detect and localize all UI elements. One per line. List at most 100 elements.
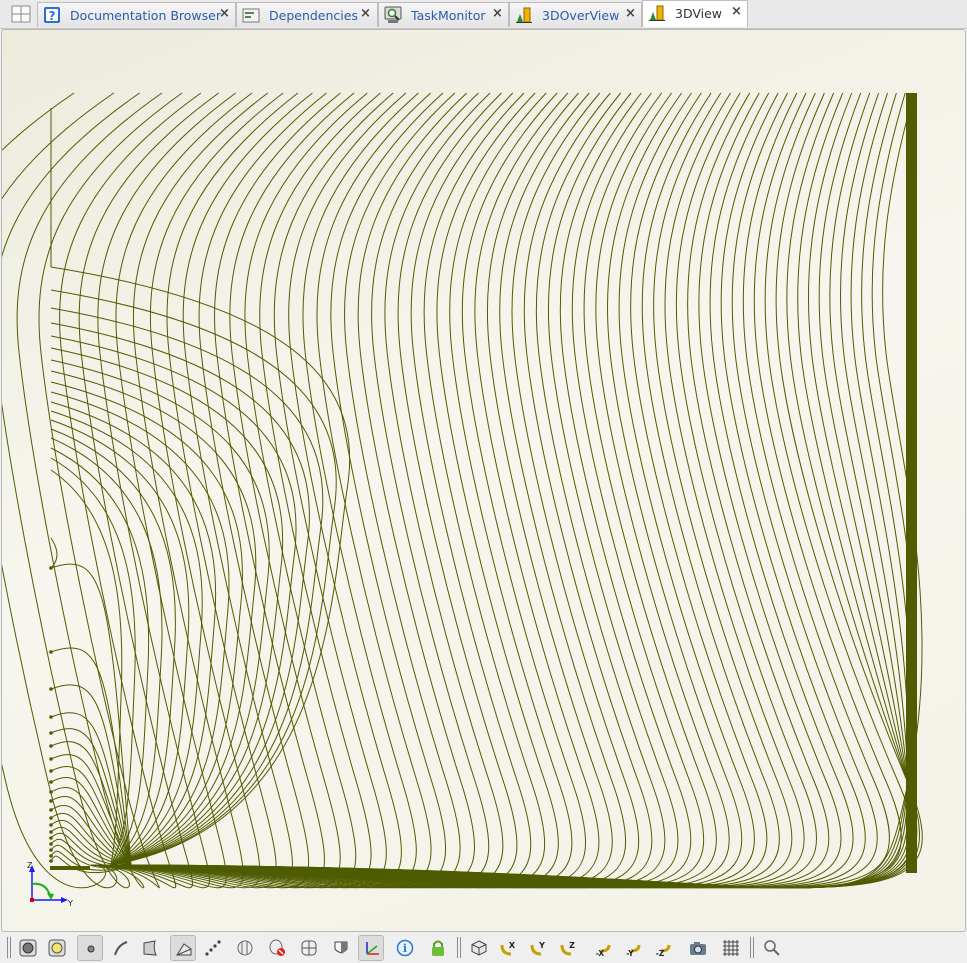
streamline (90, 92, 911, 889)
streamline-seed-point (49, 731, 53, 735)
axis-z-label: Z (27, 862, 33, 870)
streamline (90, 92, 679, 889)
tab-documentation-browser[interactable]: ? Documentation Browser × (37, 2, 236, 27)
hidden-lines-button[interactable] (232, 935, 258, 961)
tab-3doverview[interactable]: 3DOverView × (509, 2, 642, 27)
streamline (90, 92, 490, 889)
streamline (90, 92, 600, 889)
streamline (50, 537, 58, 569)
section-button[interactable] (296, 935, 322, 961)
streamline (90, 92, 830, 889)
close-icon[interactable]: × (625, 6, 636, 21)
streamline-seed-point (49, 757, 53, 761)
streamline (90, 92, 921, 889)
streamline (90, 92, 818, 889)
view-neg-z-button[interactable]: -Z (649, 935, 675, 961)
zoom-button[interactable] (759, 935, 785, 961)
info-button[interactable]: i (392, 935, 418, 961)
view-y-label: Y (538, 941, 545, 950)
isometric-view-button[interactable] (466, 935, 492, 961)
streamline-seed-point (49, 687, 53, 691)
shading-button[interactable] (328, 935, 354, 961)
info-icon: i (396, 939, 414, 957)
streamline (90, 92, 890, 889)
grid-icon (723, 940, 739, 956)
axis-triad: Z Y (27, 862, 73, 908)
view-toolbar: i X Y Z -X -Y -Z (0, 932, 967, 963)
select-curves-button[interactable] (108, 935, 134, 961)
display-mode-solid-button[interactable] (15, 935, 41, 961)
tab-dependencies[interactable]: Dependencies × (236, 2, 378, 27)
help-icon: ? (44, 7, 60, 23)
tab-label: Dependencies (269, 8, 358, 23)
streamline (90, 92, 917, 889)
isometric-view-icon (471, 940, 487, 956)
close-icon[interactable]: × (360, 6, 371, 21)
streamline (50, 307, 324, 866)
view-neg-y-label: -Y (626, 949, 634, 957)
tab-label: 3DView (675, 6, 723, 21)
tab-label: Documentation Browser (70, 8, 221, 23)
streamline-seed-point (49, 790, 53, 794)
streamline (90, 92, 341, 889)
streamline-seed-point (49, 566, 53, 570)
streamline-seed-point (49, 830, 53, 834)
streamline-seed-point (49, 836, 53, 840)
view-x-button[interactable]: X (496, 935, 522, 961)
streamline-seed-point (49, 780, 53, 784)
streamline (50, 381, 243, 866)
streamline-seed-point (49, 854, 53, 858)
display-mode-highlight-icon (48, 939, 66, 957)
lock-button[interactable] (425, 935, 451, 961)
window-layout-icon[interactable] (11, 5, 31, 23)
display-mode-highlight-button[interactable] (44, 935, 70, 961)
streamline (90, 92, 394, 889)
zoom-icon (764, 940, 780, 956)
streamline-seed-point (49, 744, 53, 748)
dependencies-icon (242, 8, 260, 23)
view-neg-y-button[interactable]: -Y (619, 935, 645, 961)
toolbar-separator (457, 937, 461, 958)
section-icon (301, 940, 317, 956)
view-y-button[interactable]: Y (526, 935, 552, 961)
select-vertices-icon (205, 940, 221, 956)
streamline (90, 92, 923, 889)
remove-hidden-icon (269, 939, 285, 956)
tab-taskmonitor[interactable]: TaskMonitor × (378, 2, 509, 27)
select-faces-button[interactable] (170, 935, 196, 961)
display-mode-solid-icon (19, 939, 37, 957)
3d-viewport[interactable]: Z Y (1, 29, 966, 932)
view-z-button[interactable]: Z (556, 935, 582, 961)
select-surfaces-button[interactable] (137, 935, 163, 961)
close-icon[interactable]: × (219, 6, 230, 21)
select-vertices-button[interactable] (200, 935, 226, 961)
lock-icon (432, 940, 444, 956)
streamline (90, 92, 915, 889)
streamline (38, 92, 183, 889)
task-monitor-icon (384, 6, 402, 23)
select-curves-icon (114, 941, 128, 956)
streamline-plot (2, 92, 923, 889)
view-x-label: X (509, 941, 516, 950)
streamline (90, 92, 368, 889)
remove-hidden-button[interactable] (264, 935, 290, 961)
view-neg-x-button[interactable]: -X (589, 935, 615, 961)
select-points-button[interactable] (77, 935, 103, 961)
view-x-icon: X (500, 941, 516, 956)
camera-button[interactable] (685, 935, 711, 961)
streamline-seed-point (49, 715, 53, 719)
close-icon[interactable]: × (492, 6, 503, 21)
streamline-seed-point (49, 816, 53, 820)
streamline (78, 92, 219, 889)
streamline (2, 92, 118, 889)
axis-triad-button[interactable] (358, 935, 384, 961)
streamline (90, 92, 878, 889)
tab-3dview[interactable]: 3DView × (642, 0, 748, 27)
close-icon[interactable]: × (731, 4, 742, 19)
chart-icon (649, 5, 665, 21)
streamline-seed-point (49, 842, 53, 846)
grid-button[interactable] (718, 935, 744, 961)
select-surfaces-icon (143, 940, 157, 956)
shading-icon (334, 941, 348, 954)
streamline-seed-point (49, 808, 53, 812)
